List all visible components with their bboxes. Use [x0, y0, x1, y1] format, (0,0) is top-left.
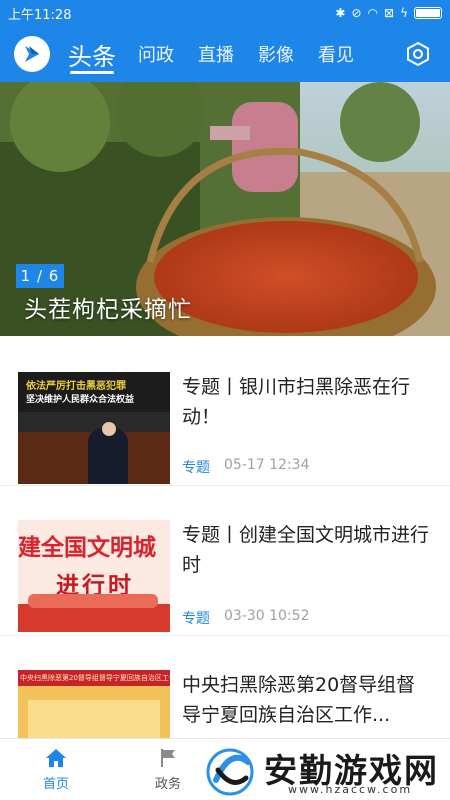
- bottom-nav-label: 首页: [42, 776, 69, 792]
- mute-icon: ⊘: [351, 6, 362, 20]
- home-icon: [46, 748, 66, 767]
- bottom-nav-label: 政务: [154, 776, 181, 792]
- thumbnail-text: 中央扫黑除恶第20督导组督导宁夏回族自治区工作动员会: [20, 674, 170, 682]
- news-title: 专题丨银川市扫黑除恶在行动！: [182, 376, 411, 428]
- list-item[interactable]: 依法严厉打击黑恶犯罪 坚决维护人民群众合法权益 专题丨银川市扫黑除恶在行动！ 专…: [0, 336, 450, 486]
- tab-kanjian[interactable]: 看见: [318, 26, 354, 82]
- news-meta: 专题 05-17 12:34: [182, 457, 309, 477]
- wifi-icon: ◠: [367, 6, 379, 20]
- settings-button[interactable]: [404, 40, 432, 68]
- news-thumbnail: 中央扫黑除恶第20督导组督导宁夏回族自治区工作动员会: [18, 670, 170, 738]
- status-time: 上午11:28: [8, 7, 72, 23]
- news-title: 中央扫黑除恶第20督导组督导宁夏回族自治区工作...: [182, 674, 416, 726]
- status-icons: ✱ ⊘ ◠ ⊠ ϟ: [335, 6, 442, 20]
- news-thumbnail: 依法严厉打击黑恶犯罪 坚决维护人民群众合法权益: [18, 372, 170, 484]
- flag-icon: [161, 748, 175, 767]
- bottom-nav-home[interactable]: 首页: [0, 739, 112, 800]
- news-list: 依法严厉打击黑恶犯罪 坚决维护人民群众合法权益 专题丨银川市扫黑除恶在行动！ 专…: [0, 336, 450, 738]
- news-meta: 专题 03-30 10:52: [182, 608, 309, 628]
- top-nav: 头条 问政 直播 影像 看见: [0, 26, 450, 82]
- tab-headlines[interactable]: 头条: [68, 26, 116, 82]
- news-title: 专题丨创建全国文明城市进行时: [182, 524, 430, 576]
- status-bar: 上午11:28 ✱ ⊘ ◠ ⊠ ϟ: [0, 0, 450, 26]
- news-date: 03-30 10:52: [224, 608, 310, 624]
- tab-wenzheng[interactable]: 问政: [138, 26, 174, 82]
- news-thumbnail: 建全国文明城 进行时: [18, 520, 170, 632]
- thumbnail-text: 坚决维护人民群众合法权益: [26, 395, 135, 405]
- news-tag[interactable]: 专题: [182, 608, 210, 628]
- battery-icon: [414, 7, 442, 19]
- list-item[interactable]: 中央扫黑除恶第20督导组督导宁夏回族自治区工作动员会 中央扫黑除恶第20督导组督…: [0, 636, 450, 738]
- logo-icon: [25, 46, 39, 62]
- tab-video[interactable]: 影像: [258, 26, 294, 82]
- thumbnail-text: 依法严厉打击黑恶犯罪: [26, 381, 126, 392]
- hero-slide-counter: 1 / 6: [16, 264, 64, 288]
- thumbnail-text: 建全国文明城: [18, 535, 156, 561]
- tab-live[interactable]: 直播: [198, 26, 234, 82]
- app-logo[interactable]: [14, 36, 50, 72]
- hero-caption: 头茬枸杞采摘忙: [24, 297, 192, 323]
- watermark-url: www.hzaccw.com: [288, 783, 413, 796]
- hexagon-settings-icon: [407, 41, 429, 67]
- list-item[interactable]: 建全国文明城 进行时 专题丨创建全国文明城市进行时 专题 03-30 10:52: [0, 486, 450, 636]
- news-date: 05-17 12:34: [224, 457, 310, 473]
- bluetooth-icon: ✱: [335, 6, 346, 20]
- sim-off-icon: ⊠: [384, 6, 395, 20]
- news-tag[interactable]: 专题: [182, 457, 210, 477]
- channel-tabs: 头条 问政 直播 影像 看见: [68, 26, 404, 82]
- charging-icon: ϟ: [400, 6, 408, 20]
